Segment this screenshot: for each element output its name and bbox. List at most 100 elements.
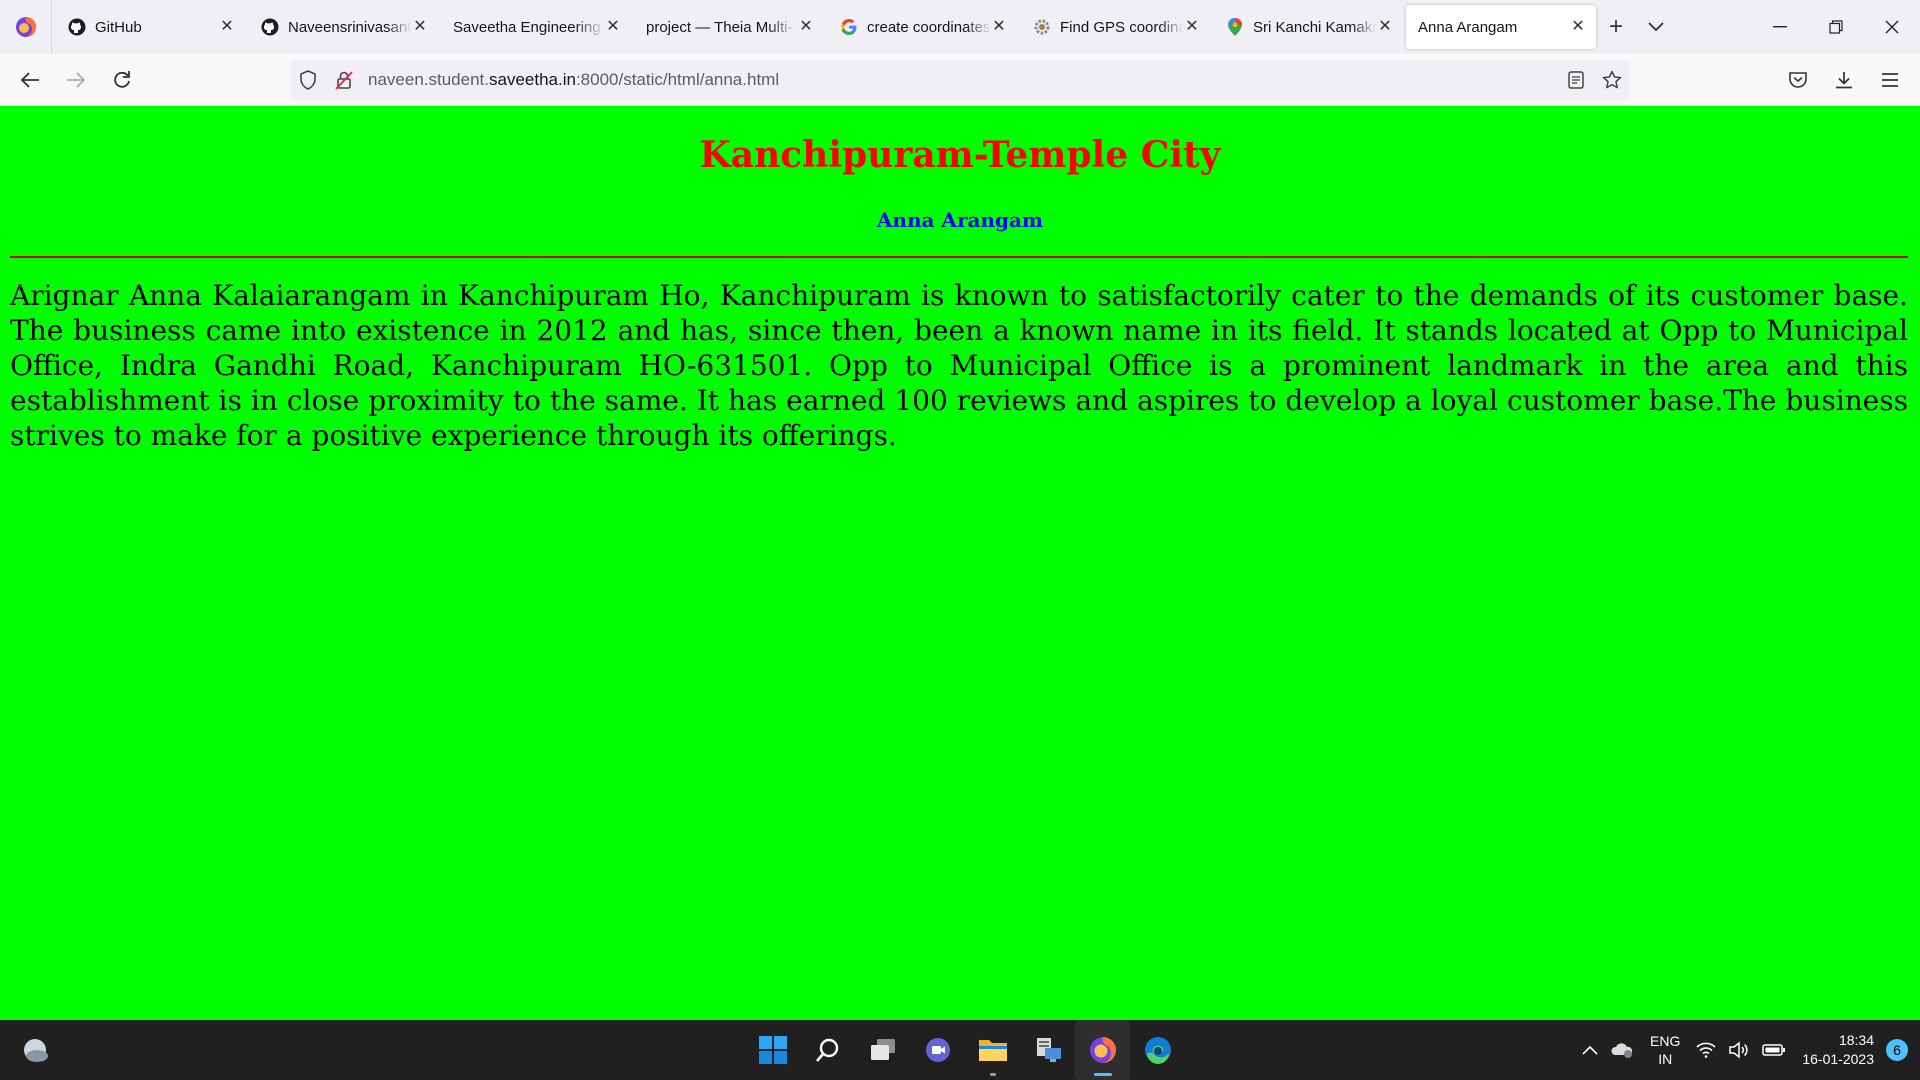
tab-anna-arangam[interactable]: Anna Arangam ✕ <box>1406 5 1596 49</box>
github-icon <box>67 17 87 37</box>
close-tab-icon[interactable]: ✕ <box>219 19 235 35</box>
close-tab-icon[interactable]: ✕ <box>1184 19 1200 35</box>
arrow-right-icon <box>67 71 86 88</box>
task-view-button[interactable] <box>855 1020 910 1080</box>
close-icon <box>1885 20 1899 34</box>
tab-theia[interactable]: project — Theia Multi- ✕ <box>634 5 824 49</box>
show-hidden-icons-button[interactable] <box>1576 1045 1604 1055</box>
battery-icon <box>1762 1044 1786 1056</box>
reader-view-icon[interactable] <box>1558 60 1594 100</box>
close-tab-icon[interactable]: ✕ <box>605 19 621 35</box>
minimize-icon <box>1773 26 1787 28</box>
list-all-tabs-button[interactable] <box>1636 7 1676 47</box>
tab-title: Saveetha Engineering <box>453 18 601 36</box>
tab-title: Anna Arangam <box>1418 18 1518 36</box>
url-text[interactable]: naveen.student.saveetha.in:8000/static/h… <box>368 70 1558 90</box>
wifi-button[interactable] <box>1690 1042 1722 1058</box>
speaker-icon <box>1729 1041 1749 1059</box>
back-button[interactable] <box>8 60 52 100</box>
weather-widget[interactable] <box>18 1034 52 1068</box>
window-controls <box>1752 0 1920 54</box>
tab-naveensrinivasan[interactable]: Naveensrinivasan0 ✕ <box>248 5 438 49</box>
page-subheading: Anna Arangam <box>876 208 1044 232</box>
github-icon <box>260 17 280 37</box>
tabs: GitHub ✕ Naveensrinivasan0 ✕ Saveetha En… <box>52 0 1596 54</box>
url-prefix: naveen.student. <box>368 70 489 89</box>
tab-title: GitHub <box>95 18 142 36</box>
description-paragraph: Arignar Anna Kalaiarangam in Kanchipuram… <box>10 279 1908 452</box>
tab-title: project — Theia Multi- <box>646 18 793 36</box>
url-bar[interactable]: naveen.student.saveetha.in:8000/static/h… <box>290 60 1630 100</box>
insecure-connection-lock-icon[interactable] <box>326 60 362 100</box>
clock-time: 18:34 <box>1838 1032 1874 1048</box>
windows-logo-icon <box>758 1036 787 1064</box>
close-tab-icon[interactable]: ✕ <box>991 19 1007 35</box>
edge-button[interactable] <box>1130 1020 1185 1080</box>
clock[interactable]: 18:34 16-01-2023 <box>1792 1031 1882 1069</box>
cloud-sync-icon <box>1611 1043 1633 1058</box>
battery-button[interactable] <box>1756 1043 1792 1057</box>
firefox-view-button[interactable] <box>0 0 52 54</box>
app-menu-button[interactable] <box>1868 60 1912 100</box>
arrow-left-icon <box>20 71 39 88</box>
horizontal-rule <box>10 256 1908 258</box>
wifi-icon <box>1696 1042 1716 1058</box>
start-button[interactable] <box>745 1020 800 1080</box>
region-code: IN <box>1658 1051 1673 1067</box>
search-button[interactable] <box>800 1020 855 1080</box>
reload-button[interactable] <box>100 60 144 100</box>
tab-create-coordinates[interactable]: create coordinates ✕ <box>827 5 1017 49</box>
tab-find-gps[interactable]: Find GPS coordina ✕ <box>1020 5 1210 49</box>
language-code: ENG <box>1650 1033 1681 1049</box>
folder-icon <box>978 1040 1007 1061</box>
close-tab-icon[interactable]: ✕ <box>1570 19 1586 35</box>
task-view-icon <box>870 1039 895 1060</box>
download-icon <box>1836 72 1852 89</box>
clock-date: 16-01-2023 <box>1802 1051 1874 1067</box>
url-suffix: :8000/static/html/anna.html <box>575 70 780 89</box>
volume-button[interactable] <box>1722 1041 1756 1059</box>
bookmark-star-icon[interactable] <box>1594 60 1630 100</box>
file-explorer-button[interactable] <box>965 1020 1020 1080</box>
url-host: saveetha.in <box>488 70 576 89</box>
tab-title: Naveensrinivasan0 <box>288 18 412 36</box>
close-tab-icon[interactable]: ✕ <box>412 19 428 35</box>
forward-button[interactable] <box>54 60 98 100</box>
restore-icon <box>1829 20 1843 34</box>
remote-desktop-button[interactable] <box>1020 1020 1075 1080</box>
teams-chat-button[interactable] <box>910 1020 965 1080</box>
close-tab-icon[interactable]: ✕ <box>798 19 814 35</box>
close-window-button[interactable] <box>1864 0 1920 54</box>
tab-title: Sri Kanchi Kamaks <box>1253 18 1377 36</box>
notification-badge[interactable]: 6 <box>1886 1039 1908 1061</box>
firefox-taskbar-button[interactable] <box>1075 1020 1130 1080</box>
onedrive-button[interactable] <box>1604 1041 1640 1059</box>
downloads-button[interactable] <box>1822 60 1866 100</box>
search-icon <box>815 1038 838 1062</box>
chat-icon <box>925 1038 950 1062</box>
tracking-protection-shield-icon[interactable] <box>290 60 326 100</box>
server-computer-icon <box>1036 1038 1061 1062</box>
minimize-button[interactable] <box>1752 0 1808 54</box>
restore-button[interactable] <box>1808 0 1864 54</box>
tab-saveetha[interactable]: Saveetha Engineering ✕ <box>441 5 631 49</box>
new-tab-button[interactable]: + <box>1596 7 1636 47</box>
hamburger-menu-icon <box>1882 73 1898 87</box>
pocket-button[interactable] <box>1776 60 1820 100</box>
active-indicator <box>1093 1073 1112 1076</box>
tab-github[interactable]: GitHub ✕ <box>55 5 245 49</box>
pocket-icon <box>1789 72 1807 88</box>
reload-icon <box>114 70 130 88</box>
language-indicator[interactable]: ENG IN <box>1640 1032 1690 1068</box>
taskbar: ENG IN 18:34 16-01-2023 6 <box>0 1020 1920 1080</box>
close-tab-icon[interactable]: ✕ <box>1377 19 1393 35</box>
tab-sri-kanchi[interactable]: Sri Kanchi Kamaks ✕ <box>1213 5 1403 49</box>
gear-icon <box>1032 17 1052 37</box>
tab-strip: GitHub ✕ Naveensrinivasan0 ✕ Saveetha En… <box>0 0 1920 54</box>
firefox-icon <box>15 17 36 37</box>
firefox-icon <box>1089 1037 1116 1063</box>
tab-title: create coordinates <box>867 18 991 36</box>
web-page: Kanchipuram-Temple City Anna Arangam Ari… <box>0 106 1920 1020</box>
running-indicator <box>989 1073 996 1076</box>
system-tray: ENG IN 18:34 16-01-2023 6 <box>1576 1020 1920 1080</box>
